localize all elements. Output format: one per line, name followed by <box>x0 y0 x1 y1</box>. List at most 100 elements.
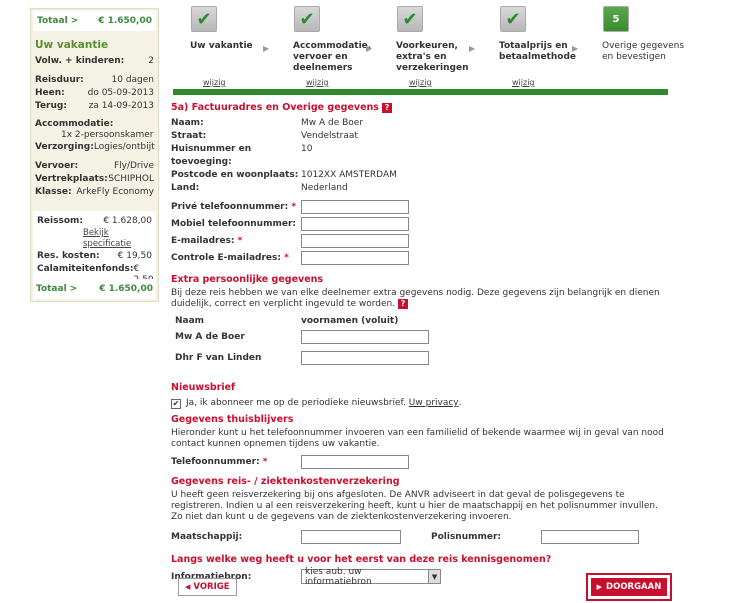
person-2-name: Dhr F van Linden <box>175 353 262 363</box>
next-label: DOORGAAN <box>606 582 662 592</box>
next-button[interactable]: ▶ DOORGAAN <box>591 578 667 596</box>
col-firstnames: voornamen (voluit) <box>301 316 399 326</box>
step-2-edit-link[interactable]: wijzig <box>306 78 329 87</box>
step-3-edit-link[interactable]: wijzig <box>409 78 432 87</box>
prev-label: VORIGE <box>193 582 230 592</box>
total-top[interactable]: Totaal > € 1.650,00 <box>33 11 156 31</box>
accommodation-value: 1x 2-persoonskamer <box>61 130 154 140</box>
adults-children-value: 2 <box>148 56 154 66</box>
extra-title: Extra persoonlijke gegevens <box>171 274 324 285</box>
step-1: ✔ Uw vakantie ▶ wijzig <box>173 6 273 87</box>
view-specification-link[interactable]: Bekijk specificatie <box>33 228 156 250</box>
progress-bar <box>173 89 668 95</box>
extra-text: Bij deze reis hebben we van elke deelnem… <box>171 288 660 309</box>
arrow-right-icon: ▶ <box>596 583 603 591</box>
vacation-title: Uw vakantie <box>35 39 109 51</box>
company-input[interactable] <box>301 529 401 544</box>
postcode-label: Postcode en woonplaats: <box>171 170 299 180</box>
step-4-edit-link[interactable]: wijzig <box>512 78 535 87</box>
arrow-right-icon: ▶ <box>469 44 476 53</box>
return-value: za 14-09-2013 <box>88 101 154 111</box>
email-input[interactable] <box>301 233 409 248</box>
progress-fill <box>173 89 668 95</box>
name-value: Mw A de Boer <box>301 118 364 128</box>
total-bottom-value: € 1.650,00 <box>99 284 153 294</box>
transport-label: Vervoer: <box>35 161 79 171</box>
postcode-value: 1012XX AMSTERDAM <box>301 170 397 180</box>
departure-point-value: SCHIPHOL <box>108 174 154 184</box>
duration-value: 10 dagen <box>111 75 155 85</box>
house-label: Huisnummer en toevoeging: <box>171 144 252 167</box>
step-5-label: Overige gegevens en bevestigen <box>602 41 685 62</box>
step-3-label: Voorkeuren, extra's en verzekeringen <box>396 41 469 73</box>
total-bottom[interactable]: Totaal > € 1.650,00 <box>33 279 156 299</box>
street-value: Vendelstraat <box>301 131 358 141</box>
catering-label: Verzorging: <box>35 142 94 152</box>
house-value: 10 <box>301 144 313 154</box>
transport-value: Fly/Drive <box>113 161 154 171</box>
required-marker: * <box>284 252 289 263</box>
step-5-number: 5 <box>603 6 629 32</box>
next-button-frame: ▶ DOORGAAN <box>586 573 672 601</box>
chevron-down-icon: ▼ <box>428 570 440 583</box>
check-icon: ✔ <box>191 6 217 32</box>
home-phone-label: Telefoonnummer: <box>171 456 260 467</box>
help-icon[interactable]: ? <box>397 299 408 309</box>
source-select[interactable]: kies aub. uw informatiebron ▼ <box>301 566 441 587</box>
class-value: ArkeFly Economy <box>76 187 154 197</box>
insurance-title: Gegevens reis- / ziektenkostenverzekerin… <box>171 476 400 487</box>
col-name: Naam <box>175 316 205 326</box>
country-label: Land: <box>171 183 200 193</box>
name-label: Naam: <box>171 118 204 128</box>
email-confirm-input[interactable] <box>301 250 409 265</box>
step-1-edit-link[interactable]: wijzig <box>203 78 226 87</box>
step-3: ✔ Voorkeuren, extra's en verzekeringen ▶… <box>379 6 479 87</box>
billing-title: 5a) Factuuradres en Overige gegevens <box>171 102 379 113</box>
required-marker: * <box>237 235 243 246</box>
adults-children-label: Volw. + kinderen: <box>35 56 125 66</box>
departure-label: Heen: <box>35 88 65 98</box>
trip-sum-label: Reissom: <box>37 216 83 226</box>
step-4-label: Totaalprijs en betaalmethode <box>499 41 577 62</box>
required-marker: * <box>262 456 268 467</box>
email-label: E-mailadres: <box>171 235 235 246</box>
catering-value: Logies/ontbijt <box>93 142 155 152</box>
total-label: Totaal > <box>37 16 79 26</box>
source-title: Langs welke weg heeft u voor het eerst v… <box>171 554 552 565</box>
res-costs-value: € 19,50 <box>117 251 152 261</box>
company-label: Maatschappij: <box>171 531 243 542</box>
class-label: Klasse: <box>35 187 72 197</box>
prev-button[interactable]: ◀ VORIGE <box>178 578 237 596</box>
booking-steps: ✔ Uw vakantie ▶ wijzig ✔ Accommodatie, v… <box>173 6 684 98</box>
departure-point-label: Vertrekplaats: <box>35 174 108 184</box>
check-icon: ✔ <box>397 6 423 32</box>
step-4: ✔ Totaalprijs en betaalmethode ▶ wijzig <box>482 6 582 87</box>
arrow-right-icon: ▶ <box>263 44 270 53</box>
help-icon[interactable]: ? <box>381 102 392 113</box>
policy-input[interactable] <box>541 529 639 544</box>
source-selected-value: kies aub. uw informatiebron <box>305 566 372 587</box>
person-1-firstnames-input[interactable] <box>301 330 429 344</box>
step-2: ✔ Accommodatie, vervoer en deelnemers ▶ … <box>276 6 376 87</box>
newsletter-text: Ja, ik abonneer me op de periodieke nieu… <box>186 398 406 408</box>
newsletter-checkbox[interactable]: ✔ <box>171 398 181 409</box>
private-phone-input[interactable] <box>301 199 409 214</box>
booking-summary-sidebar: Totaal > € 1.650,00 Uw vakantie Volw. + … <box>30 8 159 302</box>
mobile-phone-input[interactable] <box>301 216 409 231</box>
policy-label: Polisnummer: <box>431 531 502 542</box>
step-5: 5 Overige gegevens en bevestigen <box>585 6 685 62</box>
total-bottom-label: Totaal > <box>36 284 78 294</box>
trip-sum-value: € 1.628,00 <box>103 216 152 226</box>
check-icon: ✔ <box>294 6 320 32</box>
privacy-link[interactable]: Uw privacy <box>409 398 459 409</box>
person-2-firstnames-input[interactable] <box>301 351 429 365</box>
total-value: € 1.650,00 <box>98 16 152 26</box>
street-label: Straat: <box>171 131 207 141</box>
person-1-name: Mw A de Boer <box>175 332 245 342</box>
home-text: Hieronder kunt u het telefoonnummer invo… <box>171 428 664 449</box>
accommodation-label: Accommodatie: <box>35 119 114 129</box>
res-costs-label: Res. kosten: <box>37 251 100 261</box>
home-phone-input[interactable] <box>301 454 409 469</box>
country-value: Nederland <box>301 183 348 193</box>
departure-value: do 05-09-2013 <box>87 88 154 98</box>
